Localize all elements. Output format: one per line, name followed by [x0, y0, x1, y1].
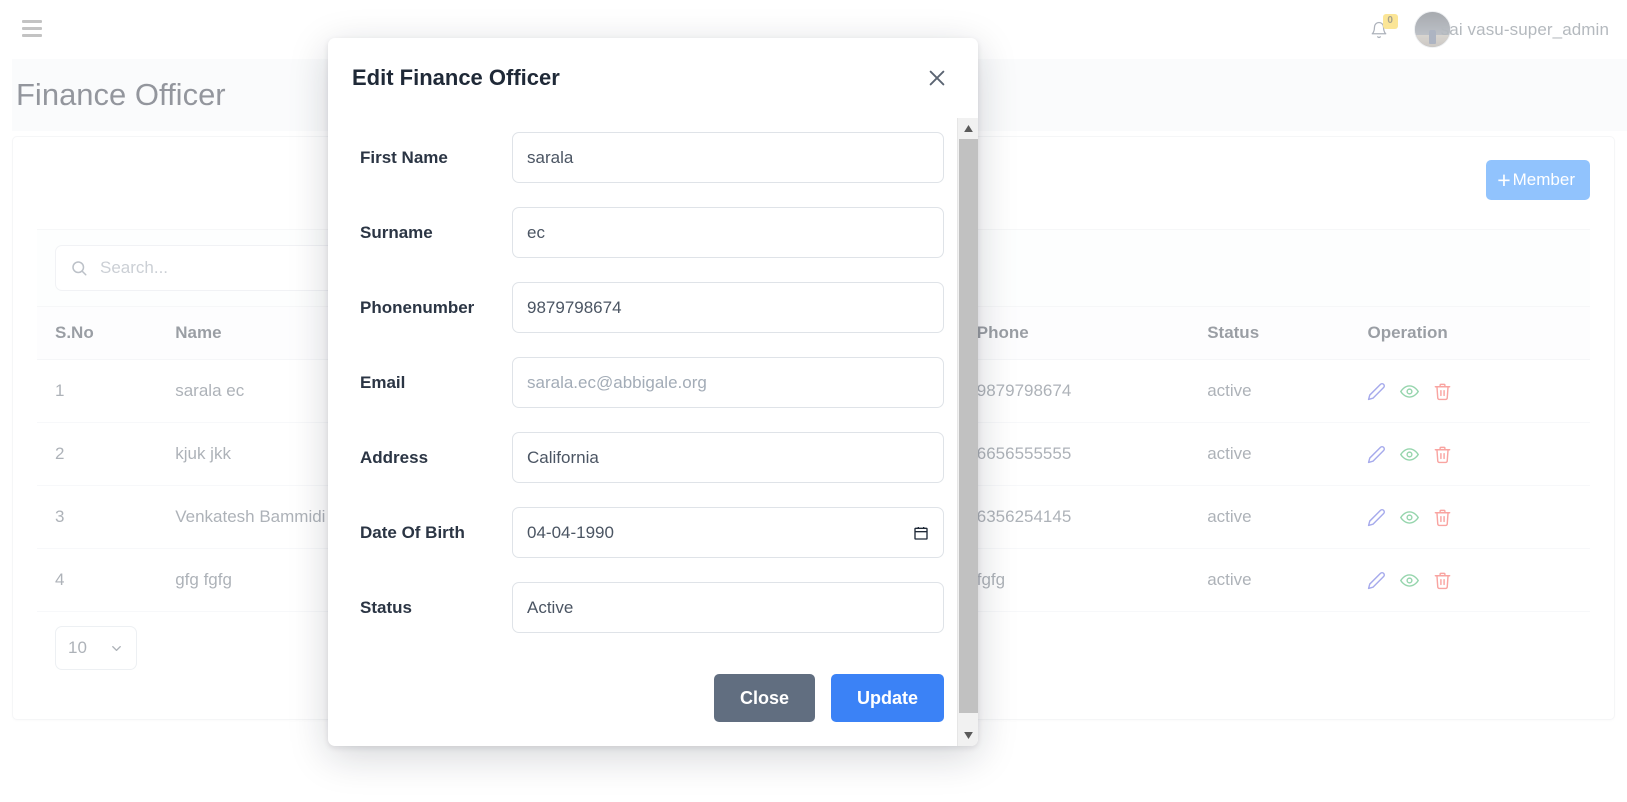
label-date-of-birth: Date Of Birth: [360, 522, 465, 542]
modal-scrollbar[interactable]: [957, 118, 978, 746]
scrollbar-thumb[interactable]: [959, 139, 978, 713]
form-row-email: Email sarala.ec@abbigale.org: [360, 357, 944, 408]
update-button[interactable]: Update: [830, 674, 944, 722]
form-row-status: Status Active: [360, 582, 944, 633]
status-field[interactable]: Active: [512, 582, 944, 633]
address-field[interactable]: California: [512, 432, 944, 483]
calendar-icon[interactable]: [913, 524, 929, 541]
label-first-name: First Name: [360, 147, 448, 167]
label-address: Address: [360, 447, 429, 467]
phonenumber-field[interactable]: 9879798674: [512, 282, 944, 333]
scroll-up-icon[interactable]: [958, 118, 978, 139]
form-row-address: Address California: [360, 432, 944, 483]
date-of-birth-field[interactable]: 04-04-1990: [512, 507, 944, 558]
form-row-first-name: First Name sarala: [360, 132, 944, 183]
form-row-phonenumber: Phonenumber 9879798674: [360, 282, 944, 333]
label-surname: Surname: [360, 222, 433, 242]
label-email: Email: [360, 372, 406, 392]
scroll-down-icon[interactable]: [958, 725, 978, 746]
email-field[interactable]: sarala.ec@abbigale.org: [512, 357, 944, 408]
first-name-field[interactable]: sarala: [512, 132, 944, 183]
form-row-date-of-birth: Date Of Birth 04-04-1990: [360, 507, 944, 558]
close-icon[interactable]: [924, 65, 950, 91]
edit-finance-officer-modal: Edit Finance Officer First Name sarala S…: [328, 38, 978, 746]
label-phonenumber: Phonenumber: [360, 297, 475, 317]
close-button[interactable]: Close: [713, 674, 815, 722]
surname-field[interactable]: ec: [512, 207, 944, 258]
modal-footer: Close Update: [328, 650, 978, 746]
form-row-surname: Surname ec: [360, 207, 944, 258]
date-of-birth-value: 04-04-1990: [527, 522, 614, 542]
modal-body: First Name sarala Surname ec Phonenumber…: [328, 118, 978, 650]
modal-title: Edit Finance Officer: [352, 65, 560, 90]
app-root: 0 sai vasu-super_admin Finance Officer +…: [0, 0, 1627, 802]
modal-header: Edit Finance Officer: [328, 38, 978, 118]
label-status: Status: [360, 597, 412, 617]
